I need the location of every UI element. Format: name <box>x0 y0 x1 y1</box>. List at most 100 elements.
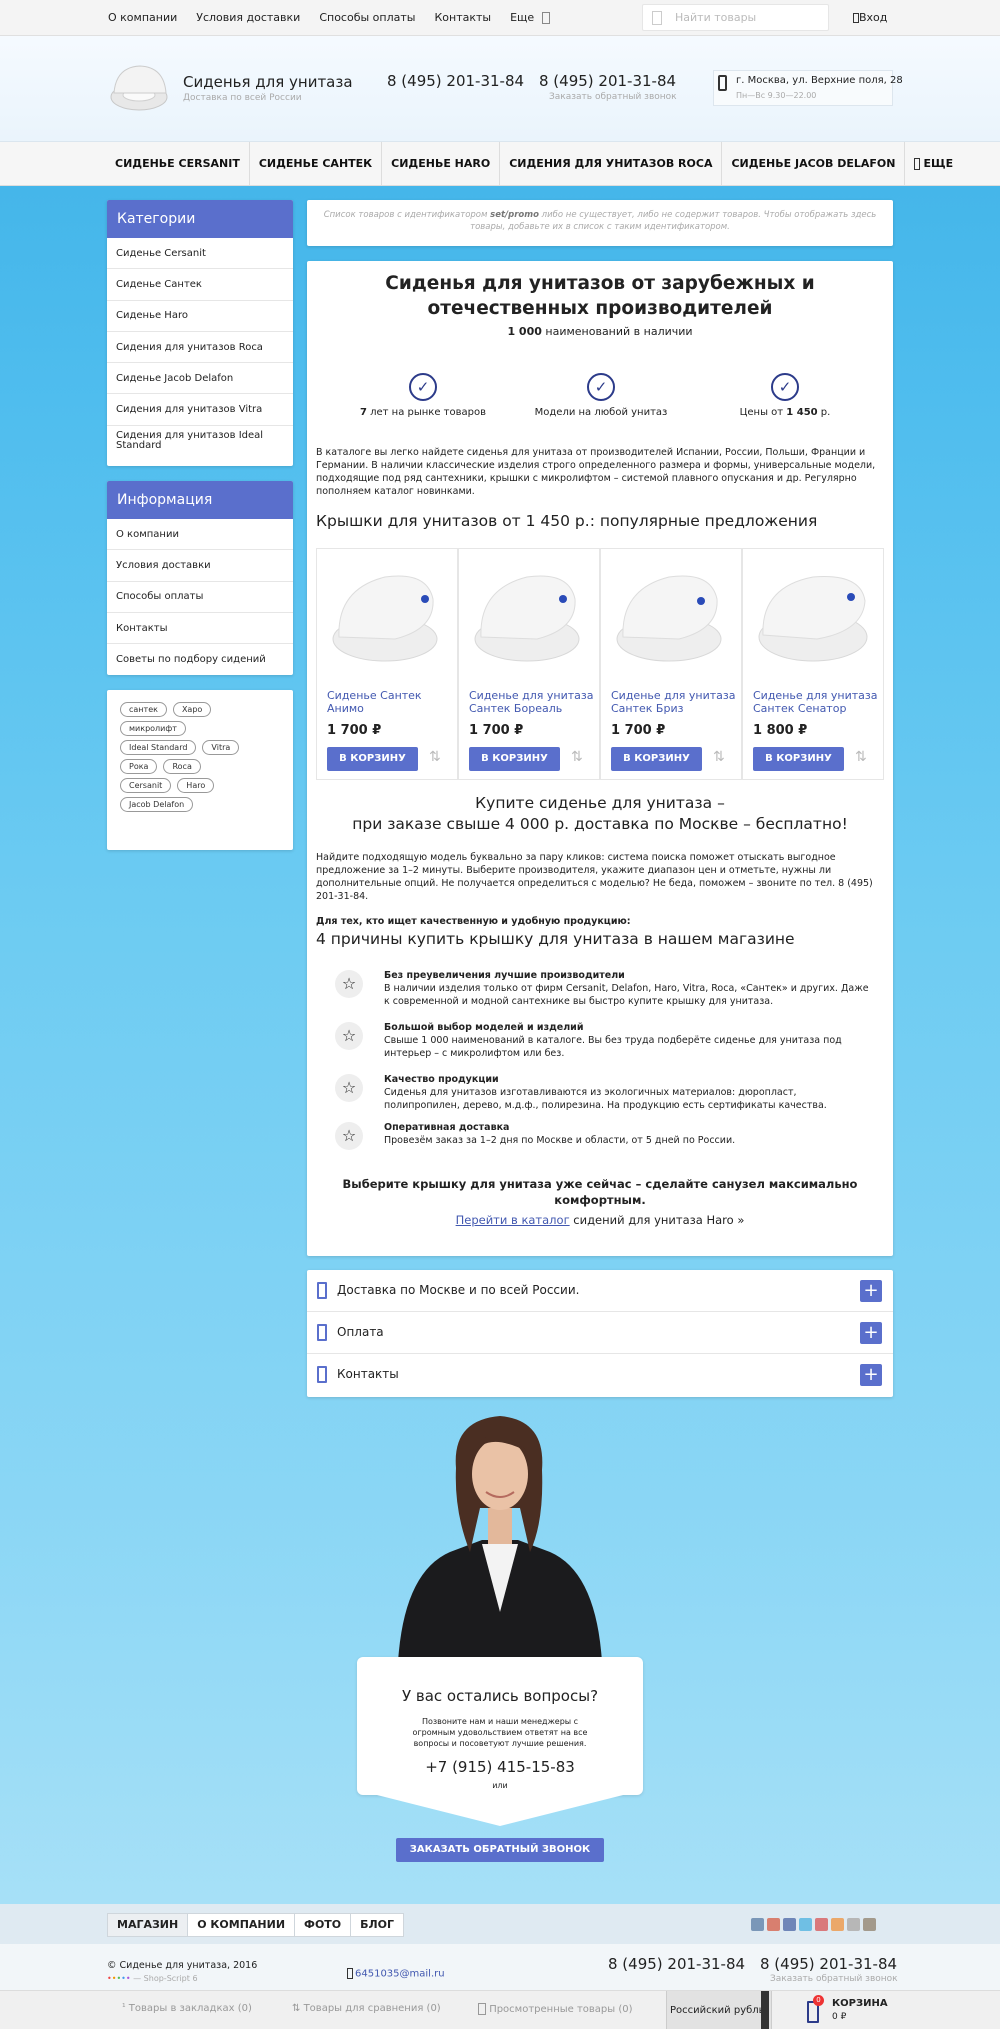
product-card[interactable]: Сиденье для унитаза Сантек Бриз 1 700 ₽ … <box>600 548 742 780</box>
product-image[interactable] <box>325 559 449 669</box>
footer-phone-1[interactable]: 8 (495) 201-31-84 <box>608 1955 745 1973</box>
tag[interactable]: Haro <box>177 778 215 793</box>
google-plus-icon[interactable] <box>767 1918 780 1931</box>
info-item[interactable]: Контакты <box>107 613 293 645</box>
footer-nav-blog[interactable]: БЛОГ <box>350 1913 405 1937</box>
product-name[interactable]: Сиденье Сантек Анимо <box>327 689 453 715</box>
plus-icon[interactable]: + <box>860 1322 882 1344</box>
footer-nav: МАГАЗИН О КОМПАНИИ ФОТО БЛОГ <box>107 1913 405 1937</box>
category-item[interactable]: Сиденье Jacob Delafon <box>107 363 293 395</box>
tag[interactable]: Vitra <box>202 740 240 755</box>
info-item[interactable]: О компании <box>107 519 293 551</box>
menu-item-haro[interactable]: СИДЕНЬЕ HARO <box>382 142 501 186</box>
search-input[interactable]: Найти товары <box>642 4 829 31</box>
product-card[interactable]: Сиденье для унитаза Сантек Сенатор 1 800… <box>742 548 884 780</box>
star-icon: ☆ <box>335 970 363 998</box>
menu-item-cersanit[interactable]: СИДЕНЬЕ CERSANIT <box>106 142 250 186</box>
topnav-delivery[interactable]: Условия доставки <box>196 11 300 24</box>
accordion-contacts[interactable]: Контакты + <box>307 1354 893 1396</box>
product-image[interactable] <box>609 559 733 669</box>
category-item[interactable]: Сиденье Сантек <box>107 269 293 301</box>
tag[interactable]: Ideal Standard <box>120 740 197 755</box>
menu-item-more[interactable]: ЕЩЕ <box>905 142 962 186</box>
header-phone-1[interactable]: 8 (495) 201-31-84 <box>387 72 524 90</box>
header-callback-link[interactable]: Заказать обратный звонок <box>549 92 677 102</box>
notice-id: set/promo <box>490 210 539 220</box>
login-link[interactable]: Вход <box>853 11 887 24</box>
topnav-about[interactable]: О компании <box>108 11 177 24</box>
more-icon <box>541 12 550 24</box>
product-card[interactable]: Сиденье Сантек Анимо 1 700 ₽ В КОРЗИНУ ⇅ <box>316 548 458 780</box>
address-box: г. Москва, ул. Верхние поля, 28 Пн—Вс 9.… <box>713 70 903 106</box>
currency-select[interactable]: Российский рубль <box>666 1991 772 2029</box>
star-icon: ☆ <box>335 1022 363 1050</box>
accordion-delivery[interactable]: Доставка по Москве и по всей России. + <box>307 1270 893 1312</box>
facebook-icon[interactable] <box>783 1918 796 1931</box>
product-card[interactable]: Сиденье для унитаза Сантек Бореаль 1 700… <box>458 548 600 780</box>
twitter-icon[interactable] <box>799 1918 812 1931</box>
category-item[interactable]: Сиденье Haro <box>107 301 293 332</box>
topnav-payment[interactable]: Способы оплаты <box>319 11 415 24</box>
info-item[interactable]: Советы по подбору сидений <box>107 644 293 675</box>
tag[interactable]: Roca <box>163 759 201 774</box>
cart-button[interactable]: 0 КОРЗИНА 0 ₽ <box>780 1991 900 2029</box>
topnav-contacts[interactable]: Контакты <box>434 11 491 24</box>
compare-icon[interactable]: ⇅ <box>429 749 441 765</box>
pinterest-icon[interactable] <box>815 1918 828 1931</box>
accordion-payment[interactable]: Оплата + <box>307 1312 893 1354</box>
category-item[interactable]: Сиденье Cersanit <box>107 238 293 270</box>
catalog-link[interactable]: Перейти в каталог <box>456 1213 570 1227</box>
add-to-cart-button[interactable]: В КОРЗИНУ <box>611 747 702 771</box>
footer-nav-photo[interactable]: ФОТО <box>294 1913 352 1937</box>
footer-callback-link[interactable]: Заказать обратный звонок <box>770 1974 898 1984</box>
tag[interactable]: Рока <box>120 759 158 774</box>
plus-icon[interactable]: + <box>860 1280 882 1302</box>
footer-phone-2[interactable]: 8 (495) 201-31-84 <box>760 1955 897 1973</box>
footer-nav-shop[interactable]: МАГАЗИН <box>107 1913 189 1937</box>
tag[interactable]: Jacob Delafon <box>120 797 194 812</box>
product-name[interactable]: Сиденье для унитаза Сантек Бореаль <box>469 689 595 715</box>
add-to-cart-button[interactable]: В КОРЗИНУ <box>327 747 418 771</box>
compare-icon[interactable]: ⇅ <box>713 749 725 765</box>
category-item[interactable]: Сидения для унитазов Vitra <box>107 394 293 426</box>
callback-button[interactable]: ЗАКАЗАТЬ ОБРАТНЫЙ ЗВОНОК <box>396 1838 604 1862</box>
compare-link[interactable]: ⇅ Товары для сравнения (0) <box>292 2003 441 2014</box>
compare-icon[interactable]: ⇅ <box>571 749 583 765</box>
product-image[interactable] <box>751 559 875 669</box>
category-item[interactable]: Сидения для унитазов Ideal Standard <box>107 426 293 457</box>
category-item[interactable]: Сидения для унитазов Roca <box>107 332 293 364</box>
add-to-cart-button[interactable]: В КОРЗИНУ <box>753 747 844 771</box>
header-phone-2[interactable]: 8 (495) 201-31-84 <box>539 72 676 90</box>
footer-email[interactable]: 6451035@mail.ru <box>347 1968 445 1980</box>
menu-item-jacob-delafon[interactable]: СИДЕНЬЕ JACOB DELAFON <box>722 142 906 186</box>
bookmarks-link[interactable]: ¹ Товары в закладках (0) <box>122 2003 252 2014</box>
tag[interactable]: Харо <box>172 702 212 717</box>
compare-icon[interactable]: ⇅ <box>855 749 867 765</box>
search-help-text: Найдите подходящую модель буквально за п… <box>316 852 873 902</box>
menu-item-roca[interactable]: СИДЕНИЯ ДЛЯ УНИТАЗОВ ROCA <box>500 142 723 186</box>
menu-item-santek[interactable]: СИДЕНЬЕ САНТЕК <box>250 142 383 186</box>
youtube-icon[interactable] <box>847 1918 860 1931</box>
page-title: Сиденья для унитазов от зарубежных и оте… <box>385 273 815 319</box>
info-item[interactable]: Способы оплаты <box>107 582 293 613</box>
tag[interactable]: микролифт <box>120 721 186 736</box>
logo-icon[interactable] <box>106 63 172 113</box>
product-name[interactable]: Сиденье для унитаза Сантек Сенатор <box>753 689 879 715</box>
footer-nav-about[interactable]: О КОМПАНИИ <box>187 1913 296 1937</box>
topnav-more[interactable]: Еще <box>510 11 550 24</box>
tag[interactable]: Cersanit <box>120 778 172 793</box>
product-name[interactable]: Сиденье для унитаза Сантек Бриз <box>611 689 737 715</box>
odnoklassniki-icon[interactable] <box>831 1918 844 1931</box>
brand-name[interactable]: Сиденья для унитаза <box>183 73 353 91</box>
questions-phone[interactable]: +7 (915) 415-15-83 <box>357 1758 643 1776</box>
bottom-bar: ¹ Товары в закладках (0) ⇅ Товары для ср… <box>0 1990 1000 2029</box>
viewed-link[interactable]: Просмотренные товары (0) <box>478 2003 633 2015</box>
add-to-cart-button[interactable]: В КОРЗИНУ <box>469 747 560 771</box>
tag[interactable]: сантек <box>120 702 167 717</box>
product-image[interactable] <box>467 559 591 669</box>
categories-title: Категории <box>107 200 293 238</box>
plus-icon[interactable]: + <box>860 1364 882 1386</box>
instagram-icon[interactable] <box>863 1918 876 1931</box>
vk-icon[interactable] <box>751 1918 764 1931</box>
info-item[interactable]: Условия доставки <box>107 550 293 582</box>
